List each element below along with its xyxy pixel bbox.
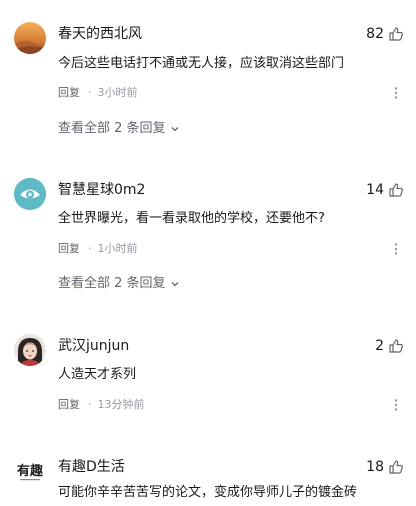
username[interactable]: 有趣D生活 xyxy=(58,458,125,476)
comment-meta: 回复 · 13分钟前 xyxy=(58,397,145,413)
view-replies-label: 查看全部 2 条回复 xyxy=(58,121,166,136)
more-dots-icon[interactable] xyxy=(388,397,404,413)
comment-text: 今后这些电话打不通或无人接，应该取消这些部门 xyxy=(58,56,345,71)
meta-separator: · xyxy=(88,242,92,255)
like-count: 2 xyxy=(375,338,384,354)
comment-text: 人造天才系列 xyxy=(58,367,137,382)
thumbs-up-icon xyxy=(389,339,403,353)
more-dots-icon[interactable] xyxy=(388,85,404,101)
timestamp: 3小时前 xyxy=(97,86,138,99)
timestamp: 13分钟前 xyxy=(97,398,145,411)
reply-button[interactable]: 回复 xyxy=(58,241,80,257)
meta-separator: · xyxy=(88,398,92,411)
username[interactable]: 武汉junjun xyxy=(58,337,129,355)
chevron-down-icon xyxy=(171,127,179,132)
avatar[interactable] xyxy=(14,178,46,210)
like-button[interactable]: 14 xyxy=(366,181,404,199)
avatar-logo-text: 有趣 xyxy=(17,463,44,479)
meta-separator: · xyxy=(88,86,92,99)
thumbs-up-icon xyxy=(389,460,403,474)
comment-meta: 回复 · 3小时前 xyxy=(58,85,138,101)
like-button[interactable]: 82 xyxy=(366,25,404,43)
reply-button[interactable]: 回复 xyxy=(58,85,80,101)
avatar[interactable]: 有趣 xyxy=(14,455,46,487)
like-count: 14 xyxy=(366,182,384,198)
view-replies-link[interactable]: 查看全部 2 条回复 xyxy=(58,120,181,138)
like-count: 82 xyxy=(366,26,384,42)
view-replies-link[interactable]: 查看全部 2 条回复 xyxy=(58,275,181,293)
username[interactable]: 春天的西北风 xyxy=(58,25,142,43)
comment-meta: 回复 · 1小时前 xyxy=(58,241,138,257)
chevron-down-icon xyxy=(171,282,179,287)
avatar[interactable] xyxy=(14,22,46,54)
thumbs-up-icon xyxy=(389,183,403,197)
comment-text: 可能你辛辛苦苦写的论文，变成你导师儿子的镀金砖 xyxy=(58,485,358,500)
comment-text: 全世界曝光，看一看录取他的学校，还要他不? xyxy=(58,211,325,226)
like-button[interactable]: 18 xyxy=(366,458,404,476)
thumbs-up-icon xyxy=(389,27,403,41)
more-dots-icon[interactable] xyxy=(388,241,404,257)
username[interactable]: 智慧星球0m2 xyxy=(58,181,145,199)
view-replies-label: 查看全部 2 条回复 xyxy=(58,276,166,291)
reply-button[interactable]: 回复 xyxy=(58,397,80,413)
like-count: 18 xyxy=(366,459,384,475)
timestamp: 1小时前 xyxy=(97,242,138,255)
avatar[interactable] xyxy=(14,334,46,366)
like-button[interactable]: 2 xyxy=(375,337,404,355)
